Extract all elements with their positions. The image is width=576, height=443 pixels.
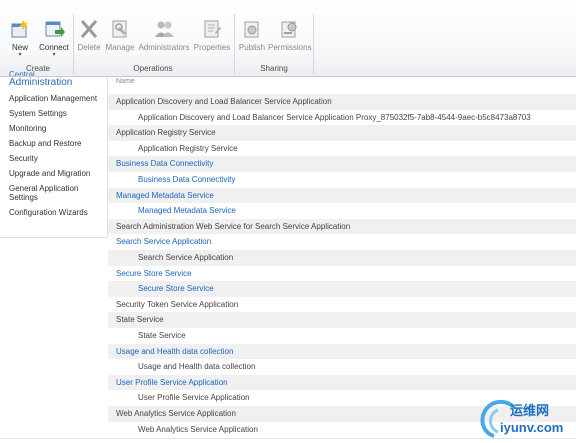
publish-button[interactable]: Publish — [237, 18, 267, 52]
service-link[interactable]: Business Data Connectivity — [138, 174, 235, 186]
nav-item-application-management[interactable]: Application Management — [9, 94, 97, 103]
ribbon: New ▾ Connect ▾ Delete Manage Administra… — [0, 0, 576, 77]
list-row: Managed Metadata Service — [108, 203, 576, 219]
service-name[interactable]: Application Discovery and Load Balancer … — [138, 112, 531, 124]
service-name[interactable]: Application Registry Service — [138, 143, 238, 155]
nav-item-general-application-settings[interactable]: General Application Settings — [9, 184, 105, 202]
permissions-button[interactable]: Permissions — [268, 18, 312, 52]
service-name[interactable]: Application Discovery and Load Balancer … — [116, 96, 332, 108]
service-name[interactable]: Web Analytics Service Application — [138, 424, 258, 436]
list-row: Search Service Application — [108, 234, 576, 250]
list-row: Application Discovery and Load Balancer … — [108, 94, 576, 110]
administrators-icon — [153, 18, 175, 40]
publish-icon — [241, 18, 263, 40]
list-row: State Service — [108, 312, 576, 328]
operations-group-label: Operations — [133, 64, 173, 73]
nav-item-backup-and-restore[interactable]: Backup and Restore — [9, 139, 82, 148]
service-name[interactable]: Application Registry Service — [116, 127, 216, 139]
manage-icon — [109, 18, 131, 40]
service-link[interactable]: Business Data Connectivity — [116, 158, 213, 170]
service-name[interactable]: Search Service Application — [138, 252, 233, 264]
list-row: Business Data Connectivity — [108, 156, 576, 172]
permissions-icon — [278, 18, 300, 40]
service-name[interactable]: State Service — [138, 330, 186, 342]
ribbon-separator — [73, 14, 74, 74]
new-icon — [9, 18, 31, 40]
column-header-name[interactable]: Name — [116, 78, 135, 85]
list-row: Secure Store Service — [108, 266, 576, 282]
new-button[interactable]: New ▾ — [6, 18, 34, 58]
watermark-text-site: iyunv.com — [500, 420, 564, 435]
properties-button[interactable]: Properties — [193, 18, 231, 52]
list-row: Search Administration Web Service for Se… — [108, 218, 576, 235]
service-link[interactable]: User Profile Service Application — [116, 377, 228, 389]
nav-item-upgrade-and-migration[interactable]: Upgrade and Migration — [9, 169, 90, 178]
list-row: Usage and Health data collection — [108, 359, 576, 375]
nav-item-configuration-wizards[interactable]: Configuration Wizards — [9, 208, 88, 217]
nav-title-top-clipped[interactable]: Central — [9, 70, 35, 76]
watermark-text-cn: 运维网 — [510, 403, 550, 418]
service-name[interactable]: Search Administration Web Service for Se… — [116, 221, 350, 233]
nav-item-monitoring[interactable]: Monitoring — [9, 124, 46, 133]
service-link[interactable]: Search Service Application — [116, 236, 211, 248]
nav-item-security[interactable]: Security — [9, 154, 38, 163]
service-link[interactable]: Secure Store Service — [116, 268, 192, 280]
list-row: User Profile Service Application — [108, 374, 576, 391]
manage-button[interactable]: Manage — [104, 18, 136, 52]
ribbon-separator — [313, 14, 314, 74]
list-row: Secure Store Service — [108, 281, 576, 297]
list-row: State Service — [108, 328, 576, 344]
service-link[interactable]: Secure Store Service — [138, 283, 214, 295]
connect-button[interactable]: Connect ▾ — [38, 18, 70, 58]
service-name[interactable]: Usage and Health data collection — [138, 361, 255, 373]
list-row: Business Data Connectivity — [108, 172, 576, 188]
administrators-button[interactable]: Administrators — [137, 18, 191, 52]
service-link[interactable]: Usage and Health data collection — [116, 346, 233, 358]
properties-icon — [201, 18, 223, 40]
new-dropdown-icon[interactable]: ▾ — [6, 52, 34, 58]
list-row: Usage and Health data collection — [108, 343, 576, 360]
delete-button[interactable]: Delete — [76, 18, 102, 52]
service-link[interactable]: Managed Metadata Service — [116, 190, 214, 202]
service-name[interactable]: Web Analytics Service Application — [116, 408, 236, 420]
nav-title-central-administration[interactable]: Administration — [9, 77, 72, 88]
list-row: Application Discovery and Load Balancer … — [108, 110, 576, 126]
service-name[interactable]: State Service — [116, 314, 164, 326]
list-row: Application Registry Service — [108, 141, 576, 157]
connect-icon — [43, 18, 65, 40]
service-name[interactable]: User Profile Service Application — [138, 392, 250, 404]
nav-item-system-settings[interactable]: System Settings — [9, 109, 67, 118]
ribbon-separator — [234, 14, 235, 74]
list-row: Security Token Service Application — [108, 297, 576, 313]
service-name[interactable]: Security Token Service Application — [116, 299, 238, 311]
sharing-group-label: Sharing — [260, 64, 288, 73]
connect-dropdown-icon[interactable]: ▾ — [38, 52, 70, 58]
list-row: Application Registry Service — [108, 125, 576, 141]
service-link[interactable]: Managed Metadata Service — [138, 205, 236, 217]
list-row: Search Service Application — [108, 250, 576, 266]
list-row: Managed Metadata Service — [108, 187, 576, 204]
delete-icon — [78, 18, 100, 40]
